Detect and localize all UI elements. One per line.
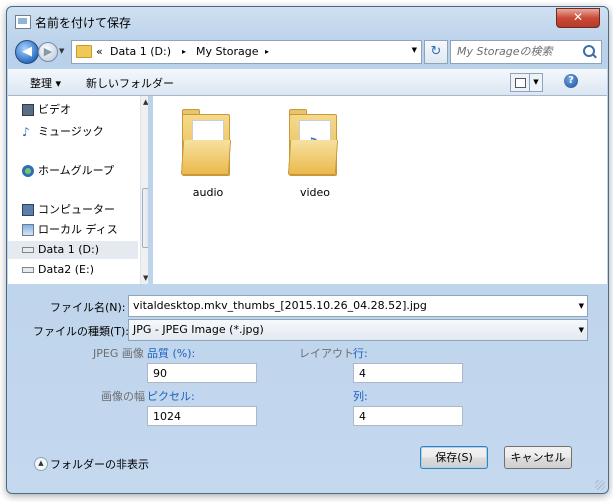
search-box[interactable] [450,40,602,64]
scroll-down-icon[interactable]: ▼ [143,274,148,282]
hide-folders-link[interactable]: フォルダーの非表示 [50,456,149,472]
search-input[interactable] [455,44,587,59]
save-options: ファイル名(N): vitaldesktop.mkv_thumbs_[2015.… [8,285,607,492]
new-folder-button[interactable]: 新しいフォルダー [86,75,174,91]
sidebar-item-data2[interactable]: Data2 (E:) [22,261,94,279]
sidebar-item-label: ミュージック [38,125,104,138]
sidebar-item-local-disk[interactable]: ローカル ディス [22,221,118,239]
chevron-down-icon[interactable]: ▼ [579,326,584,334]
rows-field[interactable] [353,363,463,383]
forward-button[interactable]: ▶ [38,42,58,62]
breadcrumb-item-data1[interactable]: Data 1 (D:) [110,45,171,58]
rows-label: 行: [353,347,368,360]
title-bar: 名前を付けて保存 ✕ [7,7,608,33]
filetype-value[interactable]: JPG - JPEG Image (*.jpg) [133,323,264,336]
refresh-button[interactable]: ↻ [424,40,448,64]
sidebar-item-video[interactable]: ビデオ [22,101,71,119]
file-name: audio [192,186,224,199]
save-button[interactable]: 保存(S) [420,446,488,469]
homegroup-icon [22,165,34,177]
jpeg-label: JPEG 画像 [93,347,144,360]
cols-field[interactable] [353,406,463,426]
music-icon: ♪ [22,125,30,139]
command-bar: 整理 ▾ 新しいフォルダー ▼ ? [8,69,607,96]
filetype-select[interactable]: JPG - JPEG Image (*.jpg) ▼ [128,319,588,341]
folder-front [180,140,232,175]
sidebar-scrollbar[interactable]: ▲ ▼ [140,96,148,284]
back-button[interactable]: ◀ [15,40,39,64]
close-button[interactable]: ✕ [556,8,600,28]
sidebar-item-homegroup[interactable]: ホームグループ [22,162,115,180]
quality-input[interactable] [151,366,255,381]
width-input[interactable] [151,409,255,424]
chevron-up-icon[interactable]: ▲ [34,457,48,471]
file-list: audio ♫ video [153,96,607,284]
address-bar[interactable]: « Data 1 (D:) ▸ My Storage ▸ ▼ [71,40,422,64]
width-field[interactable] [147,406,257,426]
scrollbar-thumb[interactable] [142,188,148,248]
sidebar-item-data1[interactable]: Data 1 (D:) [22,241,100,259]
sidebar-item-label: ビデオ [38,103,71,116]
sidebar-item-label: ホームグループ [38,164,115,177]
rows-input[interactable] [357,366,461,381]
sidebar-item-label: ローカル ディス [38,223,118,236]
sidebar-item-label: Data2 (E:) [38,263,94,276]
address-dropdown-icon[interactable]: ▼ [412,46,417,54]
recent-pages-dropdown-icon[interactable]: ▼ [59,47,64,55]
filename-field[interactable]: vitaldesktop.mkv_thumbs_[2015.10.26_04.2… [128,295,588,317]
cols-label: 列: [353,390,368,403]
breadcrumb-overflow[interactable]: « [96,45,103,58]
list-item[interactable]: ♫ video [285,106,355,199]
file-name: video [299,186,331,199]
filetype-label: ファイルの種類(T): [33,325,130,338]
resize-grip-icon[interactable] [595,480,605,490]
save-as-dialog: 名前を付けて保存 ✕ ◀ ▶ ▼ « Data 1 (D:) ▸ My Stor… [6,6,609,494]
width-label: 画像の幅 [101,390,145,403]
navigation-pane: ビデオ ♪ ミュージック ホームグループ コンピューター ローカル ディス Da… [8,96,148,284]
pixels-label: ピクセル: [147,390,195,403]
list-item[interactable]: audio [178,106,248,199]
cols-input[interactable] [357,409,461,424]
chevron-right-icon[interactable]: ▸ [182,47,186,56]
change-view-icon[interactable] [510,73,530,92]
chevron-right-icon[interactable]: ▸ [265,47,269,56]
organize-menu[interactable]: 整理 ▾ [30,75,61,91]
computer-icon [22,204,34,216]
sidebar-item-music[interactable]: ♪ ミュージック [22,123,104,141]
view-dropdown-icon[interactable]: ▼ [529,73,543,92]
cancel-button[interactable]: キャンセル [504,446,572,469]
filename-label: ファイル名(N): [50,301,126,314]
folder-icon [76,45,92,58]
navigation-bar: ◀ ▶ ▼ « Data 1 (D:) ▸ My Storage ▸ ▼ ↻ [15,39,602,65]
sidebar-item-label: コンピューター [38,203,115,216]
breadcrumb-item-my-storage[interactable]: My Storage [196,45,259,58]
filename-value[interactable]: vitaldesktop.mkv_thumbs_[2015.10.26_04.2… [133,299,427,312]
layout-label: レイアウト [299,347,354,360]
drive-icon [22,247,34,253]
folder-front [287,140,339,175]
drive-icon [22,267,34,273]
video-icon [22,104,34,116]
scroll-up-icon[interactable]: ▲ [143,98,148,106]
help-icon[interactable]: ? [564,74,578,88]
search-icon[interactable] [583,45,595,57]
quality-field[interactable] [147,363,257,383]
sidebar-item-computer[interactable]: コンピューター [22,201,115,219]
chevron-down-icon[interactable]: ▼ [579,302,584,310]
sidebar-item-label: Data 1 (D:) [38,243,100,256]
disk-icon [22,224,34,236]
quality-label: 品質 (%): [147,347,196,360]
dialog-title: 名前を付けて保存 [35,16,132,30]
dialog-icon [15,15,31,29]
